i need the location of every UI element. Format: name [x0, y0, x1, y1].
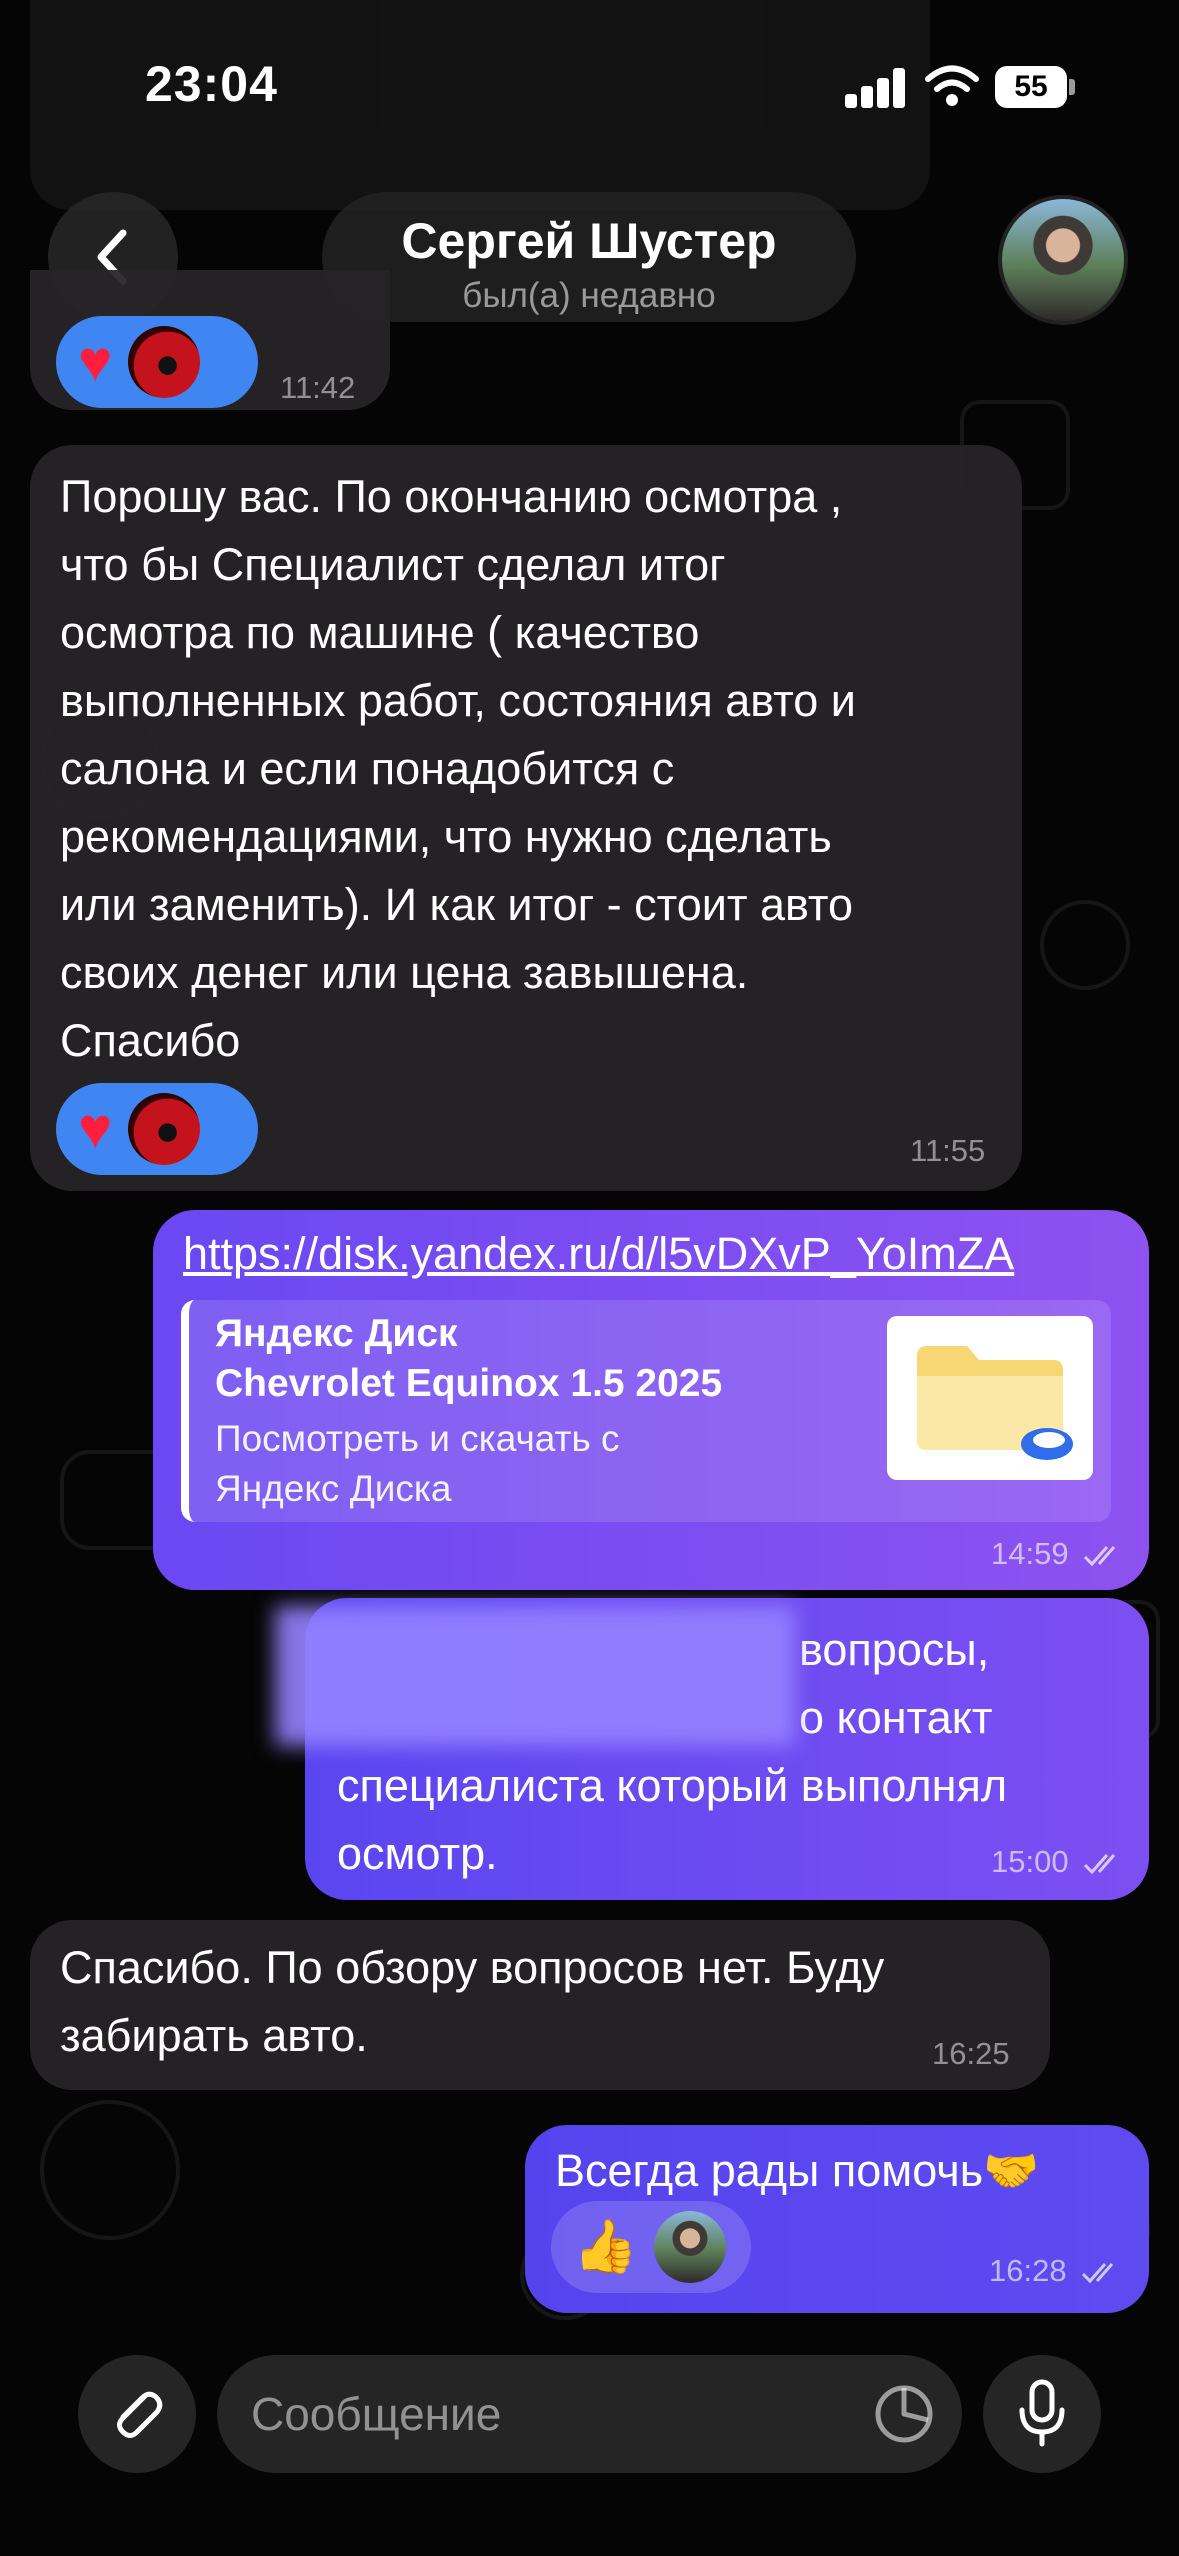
- voice-message-button[interactable]: [983, 2355, 1101, 2473]
- contact-status: был(а) недавно: [462, 276, 716, 315]
- yandex-disk-link[interactable]: https://disk.yandex.ru/d/l5vDXvP_YoImZA: [183, 1228, 1014, 1280]
- chat-header-title[interactable]: Сергей Шустер был(а) недавно: [322, 192, 856, 322]
- cellular-signal-icon: [845, 68, 907, 108]
- read-checkmarks-icon: [1084, 1853, 1116, 1875]
- message-text: специалиста который выполнял осмотр.: [337, 1760, 1008, 1879]
- battery-icon: 55: [995, 66, 1075, 108]
- heart-reaction-icon: ♥: [78, 1096, 113, 1161]
- message-time: 16:28: [989, 2253, 1125, 2289]
- message-text: Всегда рады помочь🤝: [555, 2145, 1040, 2196]
- message-input[interactable]: [251, 2385, 841, 2443]
- attach-button[interactable]: [78, 2355, 196, 2473]
- preview-description: Посмотреть и скачать с Яндекс Диска: [215, 1418, 620, 1509]
- reactor-avatar: [653, 2211, 726, 2283]
- redacted-text-blur: [275, 1606, 795, 1746]
- message-bubble-outgoing[interactable]: вопросы, о контакт специалиста который в…: [275, 1598, 1149, 1900]
- microphone-icon: [1019, 2379, 1065, 2447]
- thumbs-up-reaction-icon: 👍: [573, 2218, 638, 2276]
- read-checkmarks-icon: [1084, 1545, 1116, 1567]
- message-text-line: вопросы,: [799, 1624, 990, 1675]
- message-bubble-outgoing[interactable]: Всегда рады помочь🤝 👍 16:28: [525, 2125, 1149, 2313]
- message-bubble-incoming[interactable]: Порошу вас. По окончанию осмотра , что б…: [30, 445, 1022, 1191]
- reactor-avatar: [128, 1093, 201, 1165]
- message-time: 15:00: [991, 1844, 1127, 1880]
- preview-site-name: Яндекс Диск: [215, 1312, 458, 1355]
- link-preview-card[interactable]: Яндекс Диск Chevrolet Equinox 1.5 2025 П…: [181, 1300, 1111, 1522]
- heart-reaction-icon: ♥: [78, 329, 113, 394]
- paperclip-icon: [117, 2391, 163, 2438]
- message-composer: [217, 2355, 962, 2473]
- message-time: 11:42: [280, 370, 356, 405]
- message-bubble-incoming[interactable]: Спасибо. По обзору вопросов нет. Буду за…: [30, 1920, 1050, 2090]
- reaction-pill[interactable]: ♥: [56, 316, 258, 408]
- read-checkmarks-icon: [1082, 2262, 1114, 2284]
- status-bar: 23:04 55: [0, 0, 1179, 150]
- reaction-pill[interactable]: 👍: [551, 2201, 751, 2293]
- message-text-line: о контакт: [799, 1692, 993, 1743]
- message-bubble-incoming[interactable]: ♥ 11:42: [30, 270, 390, 410]
- message-time: 11:55: [910, 1133, 986, 1168]
- sticker-icon[interactable]: [872, 2382, 936, 2446]
- wifi-icon: [925, 65, 979, 106]
- status-clock: 23:04: [145, 56, 278, 112]
- preview-title: Chevrolet Equinox 1.5 2025: [215, 1362, 723, 1405]
- contact-avatar[interactable]: [998, 195, 1128, 325]
- reaction-pill[interactable]: ♥: [56, 1083, 258, 1175]
- message-time: 14:59: [991, 1536, 1127, 1572]
- battery-level: 55: [995, 66, 1067, 108]
- message-time: 16:25: [932, 2036, 1010, 2071]
- reactor-avatar: [128, 326, 201, 398]
- message-text: Спасибо. По обзору вопросов нет. Буду за…: [60, 1942, 885, 2061]
- contact-name: Сергей Шустер: [401, 213, 777, 269]
- message-bubble-outgoing[interactable]: https://disk.yandex.ru/d/l5vDXvP_YoImZA …: [153, 1210, 1149, 1590]
- message-text: Порошу вас. По окончанию осмотра , что б…: [60, 471, 856, 1066]
- folder-thumbnail-icon: [887, 1316, 1093, 1480]
